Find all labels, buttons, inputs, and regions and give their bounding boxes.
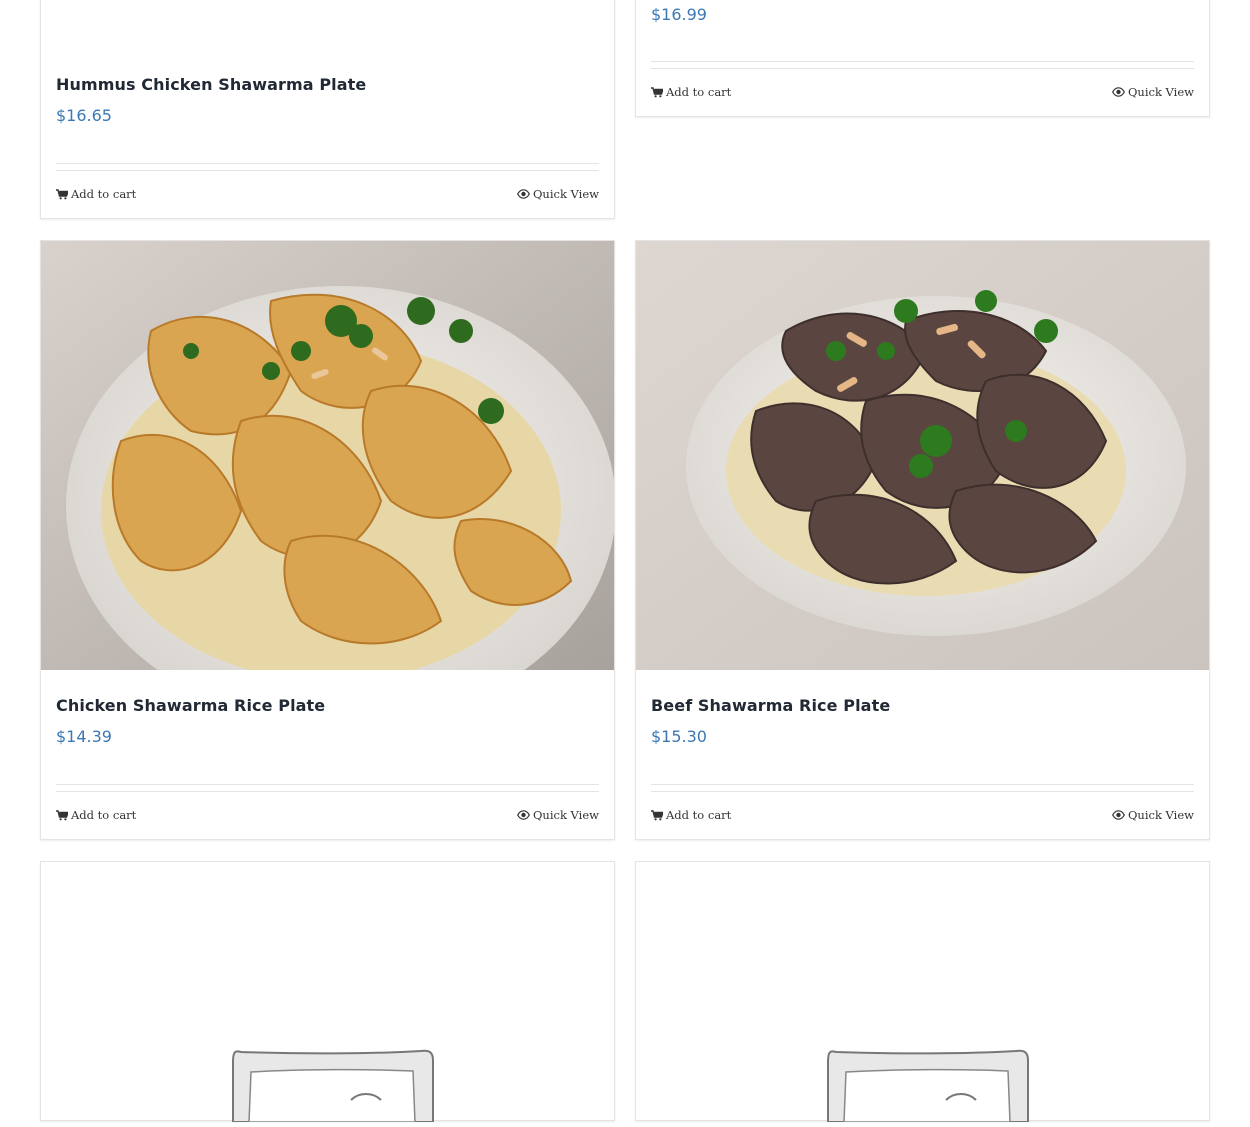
cart-icon (56, 809, 68, 821)
product-title[interactable]: Chicken Shawarma Rice Plate (56, 696, 325, 715)
product-price: $16.65 (56, 106, 112, 125)
divider (56, 170, 599, 171)
product-card: $16.99 Add to cart Quick View (635, 0, 1210, 117)
beef-shawarma-rice-photo[interactable] (636, 241, 1209, 670)
quick-view-label: Quick View (532, 808, 599, 822)
eye-icon (517, 810, 530, 820)
add-to-cart-label: Add to cart (71, 808, 137, 822)
divider (651, 791, 1194, 792)
chicken-shawarma-rice-photo[interactable] (41, 241, 614, 670)
add-to-cart-label: Add to cart (666, 85, 732, 99)
product-price: $14.39 (56, 727, 112, 746)
quick-view-label: Quick View (1127, 808, 1194, 822)
product-title[interactable]: Beef Shawarma Rice Plate (651, 696, 890, 715)
add-to-cart-button[interactable]: Add to cart (651, 808, 731, 822)
quick-view-label: Quick View (1127, 85, 1194, 99)
product-card: Beef Shawarma Rice Plate $15.30 Add to c… (635, 240, 1210, 840)
product-card (40, 861, 615, 1123)
quick-view-label: Quick View (532, 187, 599, 201)
eye-icon (1112, 87, 1125, 97)
add-to-cart-label: Add to cart (71, 187, 137, 201)
placeholder-image[interactable] (636, 862, 1209, 1123)
product-price: $15.30 (651, 727, 707, 746)
divider (651, 68, 1194, 69)
divider (56, 791, 599, 792)
product-card (635, 861, 1210, 1123)
cart-icon (651, 86, 663, 98)
eye-icon (517, 189, 530, 199)
product-card: Hummus Chicken Shawarma Plate $16.65 Add… (40, 0, 615, 219)
add-to-cart-button[interactable]: Add to cart (56, 187, 136, 201)
placeholder-image[interactable] (41, 862, 614, 1123)
quick-view-button[interactable]: Quick View (517, 187, 599, 201)
quick-view-button[interactable]: Quick View (517, 808, 599, 822)
add-to-cart-label: Add to cart (666, 808, 732, 822)
quick-view-button[interactable]: Quick View (1112, 808, 1194, 822)
cart-icon (651, 809, 663, 821)
divider (651, 784, 1194, 785)
eye-icon (1112, 810, 1125, 820)
add-to-cart-button[interactable]: Add to cart (651, 85, 731, 99)
product-title[interactable]: Hummus Chicken Shawarma Plate (56, 75, 366, 94)
divider (56, 163, 599, 164)
quick-view-button[interactable]: Quick View (1112, 85, 1194, 99)
divider (56, 784, 599, 785)
product-card: Chicken Shawarma Rice Plate $14.39 Add t… (40, 240, 615, 840)
cart-icon (56, 188, 68, 200)
add-to-cart-button[interactable]: Add to cart (56, 808, 136, 822)
product-price: $16.99 (651, 5, 707, 24)
divider (651, 61, 1194, 62)
